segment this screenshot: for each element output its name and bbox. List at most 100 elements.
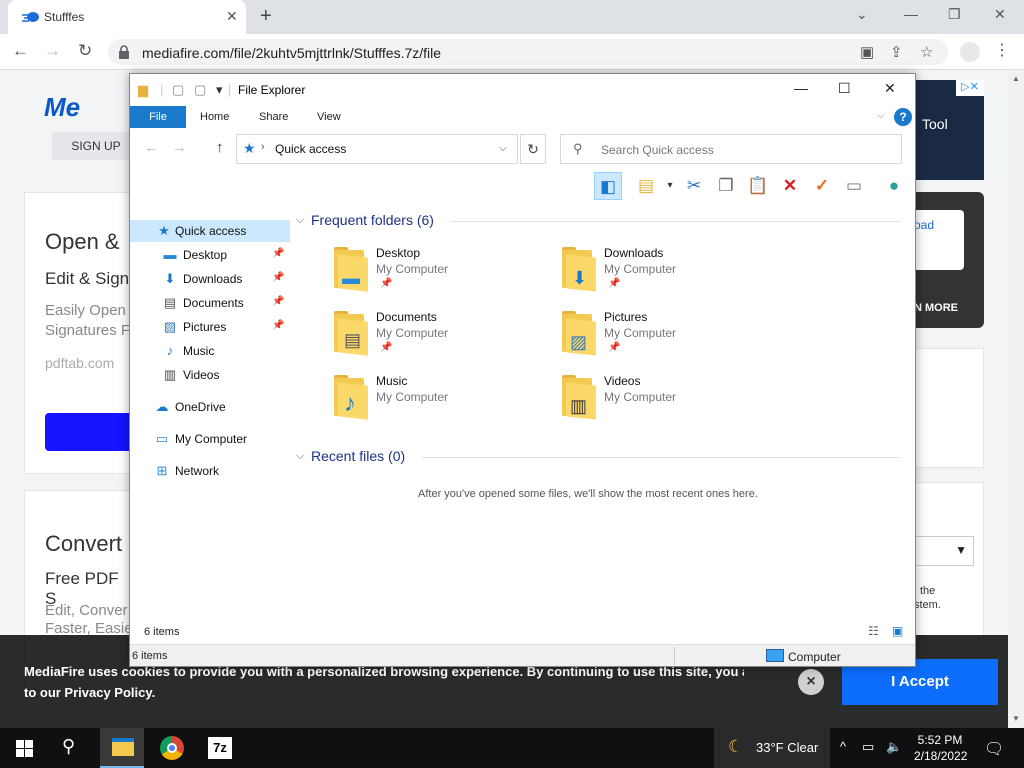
mediafire-logo[interactable]: Me (44, 92, 80, 123)
taskbar-chrome[interactable] (150, 728, 194, 768)
back-button[interactable]: ← (12, 41, 29, 61)
explorer-back-button[interactable]: ← (144, 139, 159, 156)
cookie-close-button[interactable]: × (798, 669, 824, 695)
ribbon-tab-view[interactable]: View (317, 111, 341, 123)
learn-more-button[interactable]: N MORE (914, 302, 958, 314)
forward-button[interactable]: → (44, 41, 61, 61)
explorer-forward-button[interactable]: → (172, 139, 187, 156)
status-divider (674, 647, 675, 665)
tray-overflow-icon[interactable]: ^ (840, 739, 846, 754)
folder-tile-videos[interactable]: ▥ Videos My Computer (560, 374, 770, 426)
taskbar-7zip[interactable]: 7z (198, 728, 242, 768)
taskbar-search-icon[interactable]: ⚲ (62, 736, 75, 757)
side-ad[interactable]: ▷✕ Tool (912, 80, 984, 180)
page-scrollbar[interactable]: ▲ ▼ (1008, 70, 1024, 728)
cast-icon[interactable]: ▣ (860, 43, 874, 61)
help-icon[interactable]: ? (894, 108, 912, 126)
browser-tab-strip: Stufffes ✕ + ⌄ — ❐ ✕ (0, 0, 1024, 34)
music-icon: ♪ (166, 343, 174, 358)
tab-close-icon[interactable]: ✕ (226, 8, 238, 25)
folder-icon: ▬ (332, 247, 368, 292)
breadcrumb-quick-access[interactable]: Quick access (275, 142, 346, 156)
browser-menu-icon[interactable]: ⋮ (994, 40, 1010, 60)
preview-pane-icon[interactable]: ◧ (594, 172, 622, 200)
side-text-line: stem. (914, 599, 941, 611)
address-history-dropdown-icon[interactable]: ⌵ (499, 143, 507, 154)
nav-item-pictures[interactable]: ▨ Pictures 📌 (130, 316, 290, 338)
recent-files-header[interactable]: Recent files (0) (311, 448, 405, 464)
nav-item-desktop[interactable]: ▬ Desktop 📌 (130, 244, 290, 266)
explorer-titlebar[interactable]: ▆ | ▢ ▢ ▾ | File Explorer — ☐ ✕ (130, 74, 915, 104)
ribbon-tab-home[interactable]: Home (200, 111, 229, 123)
folder-tile-desktop[interactable]: ▬ Desktop My Computer 📌 (332, 246, 542, 298)
ribbon-tab-file[interactable]: File (130, 106, 186, 128)
explorer-search-box[interactable]: ⚲ Search Quick access (560, 134, 902, 164)
volume-icon[interactable]: 🔈 (886, 739, 902, 755)
windows-start-icon[interactable] (16, 740, 33, 757)
download-link[interactable]: oad (914, 218, 934, 232)
nav-item-music[interactable]: ♪ Music (130, 340, 290, 362)
copy-icon[interactable]: ❐ (712, 172, 740, 200)
nav-item-my-computer[interactable]: ▭ My Computer (130, 428, 290, 450)
taskbar-clock[interactable]: 5:52 PM 2/18/2022 (914, 732, 967, 764)
weather-widget[interactable]: ☾ 33°F Clear (714, 728, 830, 768)
globe-icon[interactable]: ● (880, 172, 908, 200)
nav-item-network[interactable]: ⊞ Network (130, 460, 290, 482)
details-view-icon[interactable]: ☷ (868, 624, 879, 638)
bookmark-star-icon[interactable]: ☆ (920, 43, 933, 61)
scroll-down-icon[interactable]: ▼ (1012, 714, 1020, 723)
address-bar[interactable]: mediafire.com/file/2kuhtv5mjttrlnk/Stuff… (108, 39, 948, 65)
url-text: mediafire.com/file/2kuhtv5mjttrlnk/Stuff… (142, 45, 442, 61)
explorer-close-button[interactable]: ✕ (884, 80, 896, 97)
profile-avatar[interactable] (960, 42, 980, 62)
qat-dropdown-icon[interactable]: ▾ (216, 82, 223, 98)
reload-button[interactable]: ↻ (78, 41, 92, 61)
scroll-up-icon[interactable]: ▲ (1012, 74, 1020, 83)
notification-icon[interactable]: 🗨 (984, 739, 1004, 759)
properties-icon[interactable]: ▢ (172, 82, 184, 98)
explorer-address-bar[interactable]: ★ › Quick access ⌵ (236, 134, 518, 164)
explorer-maximize-button[interactable]: ☐ (838, 80, 851, 97)
breadcrumb-chevron-icon[interactable]: › (261, 141, 265, 153)
taskbar-file-explorer[interactable] (100, 728, 144, 768)
collapse-chevron-icon[interactable]: ⌵ (296, 214, 304, 227)
properties-icon[interactable]: ▭ (840, 172, 868, 200)
rename-check-icon[interactable]: ✓ (808, 172, 836, 200)
network-tray-icon[interactable]: ▭ (862, 739, 874, 755)
nav-item-documents[interactable]: ▤ Documents 📌 (130, 292, 290, 314)
adchoices-icon[interactable]: ▷✕ (956, 80, 984, 96)
browser-restore-button[interactable]: ❐ (948, 6, 961, 23)
music-badge-icon: ♪ (344, 390, 356, 417)
language-select[interactable]: ▼ (912, 536, 974, 566)
browser-tab[interactable]: Stufffes ✕ (8, 0, 246, 34)
folder-tile-documents[interactable]: ▤ Documents My Computer 📌 (332, 310, 542, 362)
nav-item-videos[interactable]: ▥ Videos (130, 364, 290, 386)
paste-icon[interactable]: 📋 (744, 172, 772, 200)
folder-tile-music[interactable]: ♪ Music My Computer (332, 374, 542, 426)
browser-close-button[interactable]: ✕ (994, 6, 1006, 23)
new-folder-icon[interactable]: ▢ (194, 82, 206, 98)
tab-search-icon[interactable]: ⌄ (856, 6, 868, 23)
large-icons-view-icon[interactable]: ▣ (892, 624, 903, 638)
delete-icon[interactable]: ✕ (776, 172, 804, 200)
ribbon-tab-share[interactable]: Share (259, 111, 288, 123)
collapse-chevron-icon[interactable]: ⌵ (296, 450, 304, 463)
recent-files-empty-message: After you've opened some files, we'll sh… (418, 488, 758, 500)
explorer-minimize-button[interactable]: — (794, 80, 808, 96)
cut-icon[interactable]: ✂ (680, 172, 708, 200)
share-icon[interactable]: ⇪ (890, 43, 903, 61)
signup-button[interactable]: SIGN UP (52, 132, 140, 160)
new-tab-button[interactable]: + (260, 5, 272, 28)
nav-item-onedrive[interactable]: ☁ OneDrive (130, 396, 290, 418)
download-link-box[interactable]: oad (912, 210, 964, 270)
explorer-up-button[interactable]: ↑ (216, 139, 224, 156)
nav-item-downloads[interactable]: ⬇ Downloads 📌 (130, 268, 290, 290)
nav-item-quick-access[interactable]: ★ Quick access (130, 220, 290, 242)
browser-minimize-button[interactable]: — (904, 6, 918, 22)
folder-tile-pictures[interactable]: ▨ Pictures My Computer 📌 (560, 310, 770, 362)
folder-tile-downloads[interactable]: ⬇ Downloads My Computer 📌 (560, 246, 770, 298)
frequent-folders-header[interactable]: Frequent folders (6) (311, 212, 434, 228)
address-row: ← → ↑ ★ › Quick access ⌵ ↻ ⚲ Search Quic… (130, 132, 915, 164)
ribbon-expand-icon[interactable]: ⌵ (877, 110, 885, 121)
refresh-button[interactable]: ↻ (520, 134, 546, 164)
